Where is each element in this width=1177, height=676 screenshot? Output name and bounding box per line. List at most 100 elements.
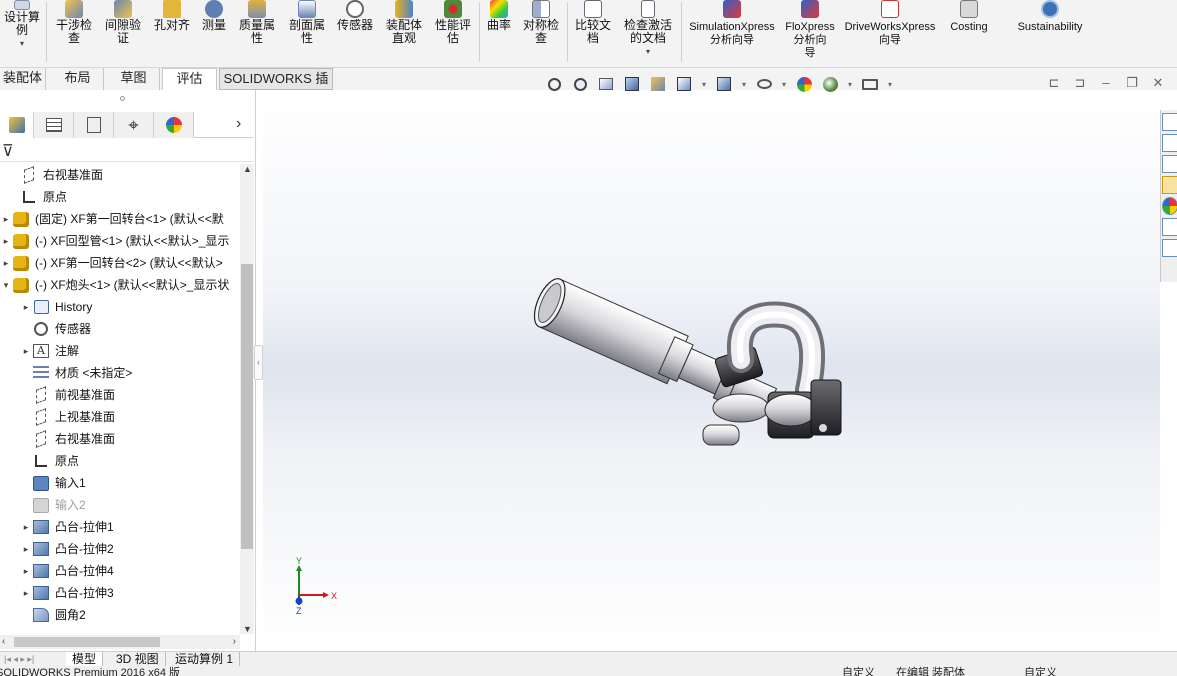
- chevron-down-icon[interactable]: ▾: [646, 45, 650, 58]
- costing-button[interactable]: Costing: [944, 0, 994, 64]
- collapse-icon[interactable]: ▾: [0, 274, 12, 296]
- assembly-model[interactable]: [528, 274, 842, 446]
- graphics-area[interactable]: X Y Z: [263, 90, 1160, 651]
- tree-node-front-plane[interactable]: 前视基准面: [20, 384, 115, 406]
- tree-node-history[interactable]: ▸ History: [20, 296, 92, 318]
- tree-node-component[interactable]: ▸ (-) XF回型管<1> (默认<<默认>_显示: [0, 230, 229, 252]
- expand-icon[interactable]: ▸: [20, 538, 32, 560]
- tree-node-origin[interactable]: 原点: [20, 450, 79, 472]
- tab-motion-study-1[interactable]: 运动算例 1: [169, 652, 241, 667]
- dynamic-annotation-icon[interactable]: [648, 74, 668, 94]
- tree-node-import1[interactable]: 输入1: [20, 472, 86, 494]
- restore-icon[interactable]: ❐: [1119, 74, 1145, 92]
- tab-layout[interactable]: 布局: [52, 68, 104, 90]
- tree-node-fillet2[interactable]: 圆角2: [20, 604, 86, 626]
- tab-3d-views[interactable]: 3D 视图: [110, 652, 166, 667]
- tab-sketch[interactable]: 草图: [108, 68, 160, 90]
- driveworksxpress-button[interactable]: DriveWorksXpress 向导: [840, 0, 940, 64]
- tree-vertical-scrollbar[interactable]: ▲ ▼: [240, 164, 254, 634]
- tile-left-icon[interactable]: ⊏: [1041, 74, 1067, 92]
- tile-right-icon[interactable]: ⊐: [1067, 74, 1093, 92]
- expand-icon[interactable]: ▸: [0, 208, 12, 230]
- tree-node-component[interactable]: ▸ (-) XF第一回转台<2> (默认<<默认>: [0, 252, 223, 274]
- assembly-visualization-button[interactable]: 装配体 直观: [380, 0, 428, 64]
- solidworks-forum-icon[interactable]: [1162, 239, 1177, 257]
- section-view-icon[interactable]: [622, 74, 642, 94]
- interference-detection-button[interactable]: 干涉检 查: [52, 0, 96, 64]
- view-settings-icon[interactable]: [860, 74, 880, 94]
- view-orientation-icon[interactable]: [674, 74, 694, 94]
- tree-node-material[interactable]: 材质 <未指定>: [20, 362, 132, 384]
- scrollbar-thumb[interactable]: [241, 264, 253, 549]
- sensor-button[interactable]: 传感器: [332, 0, 378, 64]
- expand-icon[interactable]: ▸: [20, 516, 32, 538]
- performance-evaluation-button[interactable]: 性能评 估: [430, 0, 476, 64]
- tab-model[interactable]: 模型: [66, 652, 104, 667]
- simulationxpress-button[interactable]: SimulationXpress 分析向导: [684, 0, 780, 64]
- tab-dimxpertmanager[interactable]: ⌖: [114, 112, 154, 138]
- expand-icon[interactable]: ▸: [20, 560, 32, 582]
- scroll-up-icon[interactable]: ▲: [243, 164, 252, 174]
- tree-node-boss-extrude4[interactable]: ▸ 凸台-拉伸4: [20, 560, 114, 582]
- file-explorer-icon[interactable]: [1162, 155, 1177, 173]
- tab-solidworks-addins[interactable]: SOLIDWORKS 插件: [219, 68, 333, 106]
- appearances-icon[interactable]: [1162, 197, 1177, 215]
- clearance-verification-button[interactable]: 间隙验 证: [100, 0, 146, 64]
- previous-view-icon[interactable]: [596, 74, 616, 94]
- tab-propertymanager[interactable]: [34, 112, 74, 138]
- minimize-icon[interactable]: –: [1093, 74, 1119, 92]
- tab-assembly[interactable]: 装配体: [0, 68, 46, 90]
- chevron-down-icon[interactable]: ▾: [20, 37, 24, 50]
- curvature-button[interactable]: 曲率: [482, 0, 516, 64]
- tree-node-right-plane[interactable]: 右视基准面: [8, 164, 103, 186]
- tree-node-component[interactable]: ▸ (固定) XF第一回转台<1> (默认<<默: [0, 208, 224, 230]
- expand-icon[interactable]: ▸: [0, 252, 12, 274]
- tree-node-import2-suppressed[interactable]: 输入2: [20, 494, 86, 516]
- scroll-down-icon[interactable]: ▼: [243, 624, 252, 634]
- hole-alignment-button[interactable]: 孔对齐: [150, 0, 194, 64]
- scroll-right-icon[interactable]: ›: [233, 635, 236, 648]
- sustainability-button[interactable]: Sustainability: [1006, 0, 1094, 64]
- expand-icon[interactable]: ▸: [20, 296, 32, 318]
- tree-node-top-plane[interactable]: 上视基准面: [20, 406, 115, 428]
- chevron-down-icon[interactable]: ▾: [700, 74, 708, 94]
- edit-appearance-icon[interactable]: [794, 74, 814, 94]
- expand-icon[interactable]: ▸: [20, 582, 32, 604]
- home-icon[interactable]: [1162, 113, 1177, 131]
- compare-documents-button[interactable]: 比较文 档: [570, 0, 616, 64]
- check-active-document-button[interactable]: 检查激活 的文档 ▾: [618, 0, 678, 64]
- chevron-down-icon[interactable]: ▾: [886, 74, 894, 94]
- scroll-left-icon[interactable]: ‹: [2, 635, 5, 648]
- close-icon[interactable]: ✕: [1145, 74, 1171, 92]
- apply-scene-icon[interactable]: [820, 74, 840, 94]
- tab-featuremanager[interactable]: [0, 112, 34, 138]
- tab-evaluate[interactable]: 评估: [162, 68, 217, 90]
- design-study-button[interactable]: 设计算 例 ▾: [0, 0, 44, 64]
- design-library-icon[interactable]: [1162, 134, 1177, 152]
- symmetry-check-button[interactable]: 对称检 查: [518, 0, 564, 64]
- tree-node-annotations[interactable]: ▸ A 注解: [20, 340, 79, 362]
- chevron-down-icon[interactable]: ▾: [780, 74, 788, 94]
- section-properties-button[interactable]: 剖面属 性: [284, 0, 330, 64]
- hide-show-items-icon[interactable]: [754, 74, 774, 94]
- tree-node-boss-extrude1[interactable]: ▸ 凸台-拉伸1: [20, 516, 114, 538]
- tree-node-boss-extrude2[interactable]: ▸ 凸台-拉伸2: [20, 538, 114, 560]
- measure-button[interactable]: 测量: [196, 0, 232, 64]
- tab-displaymanager[interactable]: [154, 112, 194, 138]
- display-style-icon[interactable]: [714, 74, 734, 94]
- view-palette-icon[interactable]: [1162, 176, 1177, 194]
- tree-node-right-plane[interactable]: 右视基准面: [20, 428, 115, 450]
- tree-horizontal-scrollbar[interactable]: ‹ ›: [0, 635, 240, 649]
- tree-node-component-expanded[interactable]: ▾ (-) XF炮头<1> (默认<<默认>_显示状: [0, 274, 229, 296]
- zoom-to-fit-icon[interactable]: [544, 74, 564, 94]
- floxpress-button[interactable]: FloXpress 分析向 导: [782, 0, 838, 64]
- tree-node-boss-extrude3[interactable]: ▸ 凸台-拉伸3: [20, 582, 114, 604]
- mass-properties-button[interactable]: 质量属 性: [234, 0, 280, 64]
- expand-icon[interactable]: ▸: [0, 230, 12, 252]
- custom-properties-icon[interactable]: [1162, 218, 1177, 236]
- tree-node-sensors[interactable]: 传感器: [20, 318, 91, 340]
- tab-configurationmanager[interactable]: [74, 112, 114, 138]
- tree-filter[interactable]: ⊽: [0, 140, 254, 162]
- chevron-right-icon[interactable]: ›: [236, 115, 241, 133]
- expand-icon[interactable]: ▸: [20, 340, 32, 362]
